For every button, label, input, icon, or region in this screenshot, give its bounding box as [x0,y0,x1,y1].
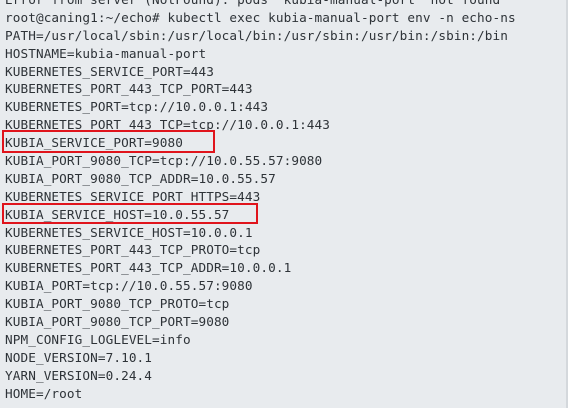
env-line-node-version: NODE_VERSION=7.10.1 [5,349,153,365]
env-line-path: PATH=/usr/local/sbin:/usr/local/bin:/usr… [5,27,509,43]
env-line-kubernetes-service-host: KUBERNETES_SERVICE_HOST=10.0.0.1 [5,224,253,240]
env-line-kubia-port-9080-tcp: KUBIA_PORT_9080_TCP=tcp://10.0.55.57:908… [5,153,323,169]
env-line-kubernetes-port-443-tcp-port: KUBERNETES_PORT_443_TCP_PORT=443 [5,81,253,97]
env-line-kubernetes-port-443-tcp-proto: KUBERNETES_PORT_443_TCP_PROTO=tcp [5,242,261,258]
env-line-hostname: HOSTNAME=kubia-manual-port [5,45,207,61]
highlight-box-kubia-service-port [2,130,215,153]
command-line: root@caning1:~/echo# kubectl exec kubia-… [5,9,516,25]
env-line-kubia-port: KUBIA_PORT=tcp://10.0.55.57:9080 [5,278,253,294]
env-line-kubernetes-service-port: KUBERNETES_SERVICE_PORT=443 [5,63,214,79]
env-line-kubernetes-port-443-tcp-addr: KUBERNETES_PORT_443_TCP_ADDR=10.0.0.1 [5,260,292,276]
env-line-yarn-version: YARN_VERSION=0.24.4 [5,367,153,383]
env-line-kubia-port-9080-tcp-addr: KUBIA_PORT_9080_TCP_ADDR=10.0.55.57 [5,170,276,186]
terminal-output: Error from server (NotFound): pods "kubi… [5,0,568,402]
env-line-kubia-port-9080-tcp-proto: KUBIA_PORT_9080_TCP_PROTO=tcp [5,296,230,312]
terminal-window[interactable]: Error from server (NotFound): pods "kubi… [0,0,568,408]
env-line-home: HOME=/root [5,385,83,401]
env-line-kubernetes-port: KUBERNETES_PORT=tcp://10.0.0.1:443 [5,99,269,115]
env-line-kubia-port-9080-tcp-port: KUBIA_PORT_9080_TCP_PORT=9080 [5,314,230,330]
error-line: Error from server (NotFound): pods "kubi… [5,0,568,9]
env-line-npm-config-loglevel: NPM_CONFIG_LOGLEVEL=info [5,331,191,347]
highlight-box-kubia-service-host [2,203,258,224]
